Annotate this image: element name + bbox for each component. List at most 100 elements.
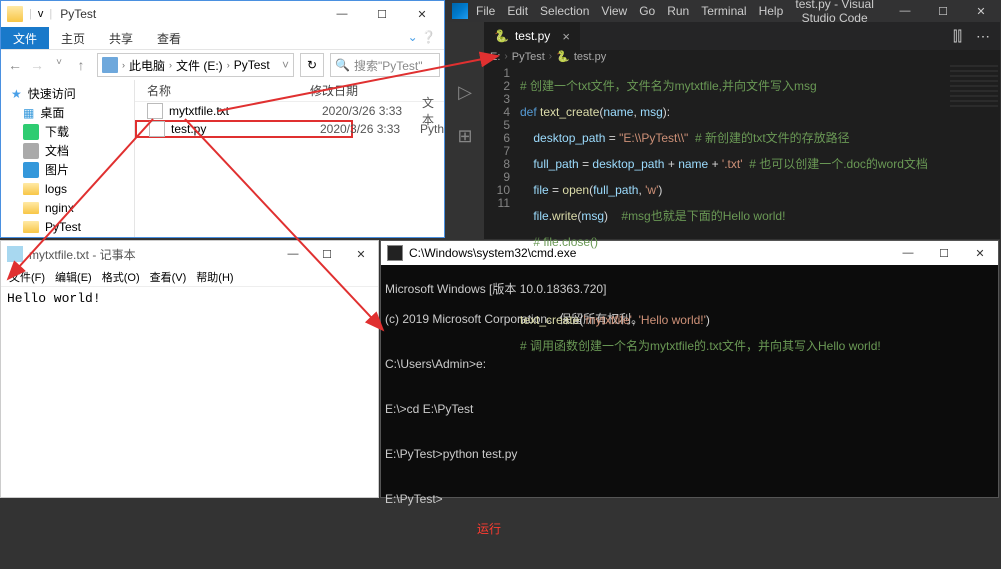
nav-forward-button[interactable]: → [27,57,47,73]
nav-quick-access[interactable]: ★快速访问 [1,84,134,103]
qat-caret[interactable]: v [38,8,44,20]
menu-view[interactable]: 查看(V) [146,269,191,284]
close-button[interactable]: ✕ [962,0,1000,22]
close-tab-icon[interactable]: × [556,29,570,44]
crumb-file[interactable]: test.py [574,51,606,63]
code-editor[interactable]: 1234567891011 # 创建一个txt文件，文件名为mytxtfile,… [484,63,1000,379]
tab-file[interactable]: 文件 [1,27,49,49]
cmd-icon [387,245,403,261]
more-actions-icon[interactable]: ⋯ [976,28,990,45]
notepad-icon [7,246,23,262]
minimize-button[interactable]: — [322,1,362,27]
line-numbers: 1234567891011 [484,67,520,379]
menu-terminal[interactable]: Terminal [701,4,746,18]
close-button[interactable]: ✕ [344,241,378,267]
nav-documents[interactable]: 文档 [1,141,134,160]
crumb-drive[interactable]: E: [490,51,500,63]
close-button[interactable]: ✕ [402,1,442,27]
notepad-window: mytxtfile.txt - 记事本 — ☐ ✕ 文件(F) 编辑(E) 格式… [0,240,379,498]
nav-back-button[interactable]: ← [5,57,25,73]
address-bar[interactable]: › 此电脑 › 文件 (E:) › PyTest ˅ [97,53,294,77]
nav-up-button[interactable]: ↑ [71,57,91,73]
nav-downloads[interactable]: 下载 [1,122,134,141]
menu-file[interactable]: File [476,4,495,18]
menu-file[interactable]: 文件(F) [5,269,49,284]
crumb-pc[interactable]: 此电脑 [129,57,165,74]
menu-help[interactable]: 帮助(H) [192,269,237,284]
txt-file-icon [147,103,163,119]
python-icon: 🐍 [494,29,509,43]
minimize-button[interactable]: — [886,0,924,22]
minimize-button[interactable]: — [276,241,310,267]
editor-tab[interactable]: 🐍 test.py × [484,22,580,50]
address-bar-row: ← → ˅ ↑ › 此电脑 › 文件 (E:) › PyTest ˅ ↻ 🔍 搜… [1,50,444,80]
help-icon[interactable]: ⌄ ❔ [400,27,444,49]
crumb-drive[interactable]: 文件 (E:) [176,57,223,74]
explorer-titlebar[interactable]: | v | PyTest — ☐ ✕ [1,1,444,27]
editor-area: 🐍 test.py × ⫿⫿ ⋯ E: › PyTest › 🐍 test.py [484,22,1000,239]
tab-share[interactable]: 共享 [97,27,145,49]
folder-icon [7,6,23,22]
run-annotation: 运行 [385,522,994,537]
chevron-right-icon: › [169,60,172,70]
pc-icon [102,57,118,73]
notepad-titlebar[interactable]: mytxtfile.txt - 记事本 — ☐ ✕ [1,241,378,267]
file-name: test.py [171,122,216,136]
nav-recent-button[interactable]: ˅ [49,57,69,73]
nav-pytest[interactable]: PyTest [1,217,134,236]
menu-run[interactable]: Run [667,4,689,18]
col-date[interactable]: 修改日期 [310,82,410,99]
list-header[interactable]: 名称 修改日期 [135,80,444,102]
activity-bar: ▷ ⊞ [446,22,484,239]
chevron-right-icon: › [504,51,507,62]
col-name[interactable]: 名称 [135,82,310,99]
search-placeholder: 搜索"PyTest" [354,57,423,74]
notepad-body[interactable]: Hello world! [1,287,378,310]
window-title: PyTest [56,7,322,21]
list-row[interactable]: test.py [135,120,353,138]
tab-row: 🐍 test.py × ⫿⫿ ⋯ [484,22,1000,50]
menu-go[interactable]: Go [639,4,655,18]
chevron-right-icon: › [227,60,230,70]
maximize-button[interactable]: ☐ [310,241,344,267]
breadcrumb[interactable]: E: › PyTest › 🐍 test.py [484,50,1000,63]
vscode-icon [452,3,468,19]
file-type: 文本 [422,94,444,128]
nav-desktop[interactable]: ▦桌面 [1,103,134,122]
refresh-button[interactable]: ↻ [300,53,324,77]
maximize-button[interactable]: ☐ [362,1,402,27]
run-debug-icon[interactable]: ▷ [453,80,477,104]
nav-pictures[interactable]: 图片 [1,160,134,179]
navigation-pane: ★快速访问 ▦桌面 下载 文档 图片 logs nginx PyTest vho… [1,80,135,237]
crumb-folder[interactable]: PyTest [234,58,270,72]
nav-vhosts[interactable]: vhosts [1,236,134,237]
nav-logs[interactable]: logs [1,179,134,198]
crumb-folder[interactable]: PyTest [512,51,545,63]
code-content[interactable]: # 创建一个txt文件，文件名为mytxtfile,并向文件写入msg def … [520,67,1000,379]
tab-view[interactable]: 查看 [145,27,193,49]
tab-home[interactable]: 主页 [49,27,97,49]
maximize-button[interactable]: ☐ [924,0,962,22]
menu-selection[interactable]: Selection [540,4,589,18]
addr-dropdown-button[interactable]: ˅ [282,58,289,72]
vscode-titlebar[interactable]: File Edit Selection View Go Run Terminal… [446,0,1000,22]
qat-separator: | [29,8,32,20]
python-file-icon [149,121,165,137]
menu-edit[interactable]: 编辑(E) [51,269,96,284]
menu-format[interactable]: 格式(O) [98,269,144,284]
list-row[interactable]: mytxtfile.txt 2020/3/26 3:33 文本 [135,102,444,120]
minimap[interactable] [950,65,998,107]
window-title: mytxtfile.txt - 记事本 [29,246,276,263]
split-editor-icon[interactable]: ⫿⫿ [953,28,962,45]
extensions-icon[interactable]: ⊞ [453,124,477,148]
cmd-line: E:\PyTest>python test.py [385,447,994,462]
image-icon [23,162,39,178]
menu-edit[interactable]: Edit [507,4,528,18]
vscode-window: File Edit Selection View Go Run Terminal… [446,0,1000,239]
folder-icon [23,202,39,214]
nav-nginx[interactable]: nginx [1,198,134,217]
menu-view[interactable]: View [601,4,627,18]
search-input[interactable]: 🔍 搜索"PyTest" [330,53,440,77]
menu-help[interactable]: Help [759,4,784,18]
vscode-menu: File Edit Selection View Go Run Terminal… [474,4,783,18]
